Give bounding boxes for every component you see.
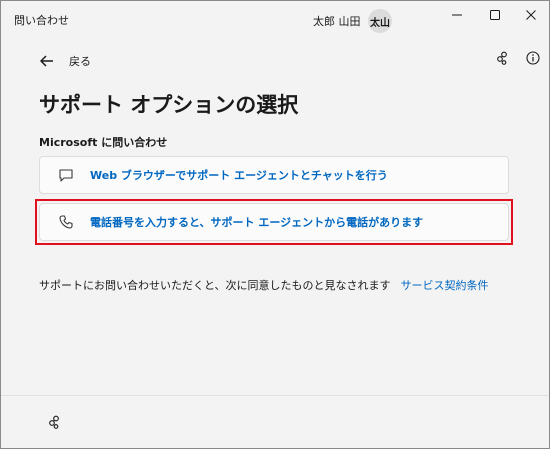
window-title: 問い合わせ	[14, 14, 69, 27]
phone-icon	[58, 214, 74, 230]
footer-share-button[interactable]	[47, 414, 63, 430]
phone-option-label: 電話番号を入力すると、サポート エージェントから電話があります	[90, 216, 424, 229]
user-name: 太郎 山田	[313, 15, 361, 28]
main-content: 戻る サポート オプションの選択 Microsoft に問い合わせ Web ブラ…	[1, 39, 549, 395]
page-title: サポート オプションの選択	[39, 93, 299, 117]
terms-statement: サポートにお問い合わせいただくと、次に同意したものと見なされます	[39, 279, 391, 292]
close-icon	[525, 9, 537, 21]
chat-icon	[58, 167, 74, 183]
terms-text: サポートにお問い合わせいただくと、次に同意したものと見なされます サービス契約条件	[39, 277, 489, 293]
minimize-icon	[451, 9, 463, 21]
share-icon	[496, 51, 510, 65]
footer-bar	[1, 395, 549, 448]
terms-link[interactable]: サービス契約条件	[401, 279, 489, 292]
back-button[interactable]: 戻る	[39, 51, 91, 71]
section-label: Microsoft に問い合わせ	[39, 136, 168, 149]
back-label: 戻る	[69, 55, 91, 68]
avatar[interactable]: 太山	[368, 9, 392, 33]
maximize-button[interactable]	[477, 1, 513, 29]
share-icon	[48, 415, 62, 429]
back-arrow-icon	[39, 53, 55, 69]
chat-option-label: Web ブラウザーでサポート エージェントとチャットを行う	[90, 169, 388, 182]
info-button[interactable]	[525, 50, 541, 66]
info-icon	[526, 51, 540, 65]
close-button[interactable]	[513, 1, 549, 29]
title-bar: 問い合わせ 太郎 山田 太山	[1, 1, 549, 39]
maximize-icon	[489, 9, 501, 21]
app-window: 問い合わせ 太郎 山田 太山 戻る サポート オプションの選択 Microsof…	[0, 0, 550, 449]
phone-option-button[interactable]: 電話番号を入力すると、サポート エージェントから電話があります	[39, 203, 509, 241]
chat-option-button[interactable]: Web ブラウザーでサポート エージェントとチャットを行う	[39, 156, 509, 194]
minimize-button[interactable]	[439, 1, 475, 29]
share-button[interactable]	[495, 50, 511, 66]
